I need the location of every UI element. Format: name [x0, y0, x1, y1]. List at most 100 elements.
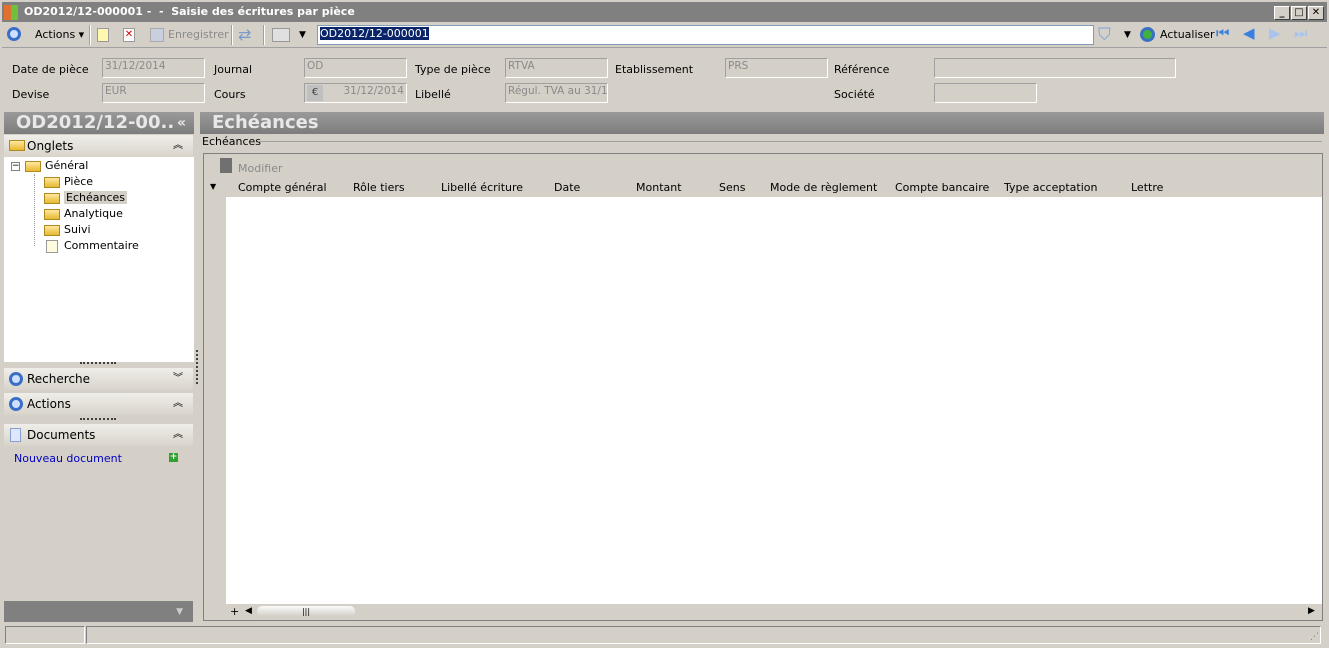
column-header-mode-reglement[interactable]: Mode de règlement: [770, 181, 877, 194]
tree-item-general[interactable]: Général: [25, 159, 88, 172]
main-header: Echéances: [200, 112, 1324, 134]
save-icon[interactable]: [150, 28, 164, 42]
column-header-libelle-ecriture[interactable]: Libellé écriture: [441, 181, 523, 194]
tree-item-commentaire[interactable]: Commentaire: [44, 239, 139, 253]
sync-icon[interactable]: ⇄: [238, 25, 251, 44]
reference-field[interactable]: [934, 58, 1176, 78]
tree-label: Suivi: [64, 223, 91, 236]
status-pane-1: [5, 626, 85, 644]
status-pane-2: [86, 626, 1321, 644]
modify-icon: [220, 158, 232, 173]
folder-icon: [44, 208, 60, 220]
journal-field[interactable]: OD: [304, 58, 407, 78]
previous-record-icon[interactable]: ◀: [1243, 24, 1255, 42]
column-header-type-acceptation[interactable]: Type acceptation: [1004, 181, 1097, 194]
group-label: Echéances: [202, 135, 261, 148]
column-header-date[interactable]: Date: [554, 181, 580, 194]
etablissement-field[interactable]: PRS: [725, 58, 828, 78]
devise-field[interactable]: EUR: [102, 83, 205, 103]
date-piece-field[interactable]: 31/12/2014: [102, 58, 205, 78]
tree-item-piece[interactable]: Pièce: [44, 175, 93, 188]
filter-dropdown-icon[interactable]: ▼: [1124, 30, 1131, 40]
folder-icon: [44, 176, 60, 188]
column-header-montant[interactable]: Montant: [636, 181, 682, 194]
new-icon[interactable]: [97, 28, 109, 42]
title-bar: OD2012/12-000001 - - Saisie des écriture…: [0, 0, 1329, 22]
close-button[interactable]: ✕: [1308, 6, 1324, 20]
euro-icon[interactable]: €: [307, 85, 323, 101]
maximize-button[interactable]: □: [1291, 6, 1307, 20]
documents-section[interactable]: Documents ︽: [4, 424, 193, 446]
echeances-grid: Modifier ▼ + ◀ ||| ▶: [203, 153, 1323, 621]
onglets-label: Onglets: [27, 139, 74, 153]
splitter-handle[interactable]: [80, 362, 116, 364]
cours-value: 31/12/2014: [343, 85, 404, 97]
tree-item-analytique[interactable]: Analytique: [44, 207, 123, 220]
libelle-field[interactable]: Régul. TVA au 31/12: [505, 83, 608, 103]
save-button[interactable]: Enregistrer: [168, 28, 229, 41]
column-header-lettre[interactable]: Lettre: [1131, 181, 1163, 194]
filter-icon[interactable]: ⛉: [1098, 25, 1111, 45]
grid-toolbar: Modifier: [204, 154, 1322, 178]
tree-label: Général: [45, 159, 89, 172]
onglets-section[interactable]: Onglets ︽: [4, 135, 193, 157]
actions-menu[interactable]: Actions ▾: [35, 28, 84, 41]
new-document-link[interactable]: Nouveau document: [14, 452, 122, 465]
first-record-icon[interactable]: ⏮: [1216, 24, 1230, 42]
actions-icon: [7, 27, 21, 41]
modify-button[interactable]: Modifier: [238, 162, 282, 175]
scroll-thumb[interactable]: |||: [257, 606, 355, 617]
minimize-button[interactable]: _: [1274, 6, 1290, 20]
actions-label: Actions: [35, 28, 76, 41]
search-value: OD2012/12-000001: [320, 27, 429, 40]
tree-collapse-toggle[interactable]: −: [11, 162, 20, 171]
date-piece-label: Date de pièce: [12, 63, 89, 76]
tabs-tree: − Général Pièce Echéances Analytique Sui…: [4, 157, 194, 362]
cours-label: Cours: [214, 88, 246, 101]
collapse-panel-button[interactable]: «: [177, 112, 186, 134]
type-piece-field[interactable]: RTVA: [505, 58, 608, 78]
column-header-sens[interactable]: Sens: [719, 181, 745, 194]
journal-label: Journal: [214, 63, 253, 76]
add-row-button[interactable]: +: [230, 605, 239, 618]
scroll-right-icon[interactable]: ▶: [1308, 606, 1315, 616]
open-folder-icon: [44, 192, 60, 204]
reference-label: Référence: [834, 63, 890, 76]
print-icon[interactable]: [272, 28, 290, 42]
resize-grip-icon[interactable]: ⋰: [1310, 632, 1319, 642]
recherche-section[interactable]: Recherche ︾: [4, 368, 193, 390]
societe-field[interactable]: [934, 83, 1037, 103]
column-header-role-tiers[interactable]: Rôle tiers: [353, 181, 405, 194]
etablissement-label: Etablissement: [615, 63, 694, 76]
left-panel-header: OD2012/12-00.. «: [4, 112, 194, 134]
scroll-left-icon[interactable]: ◀: [245, 606, 252, 616]
last-record-icon[interactable]: ⏭: [1294, 24, 1308, 42]
delete-icon[interactable]: ✕: [123, 28, 135, 42]
recherche-label: Recherche: [27, 372, 91, 386]
cours-field[interactable]: €31/12/2014: [304, 83, 407, 103]
add-icon[interactable]: +: [169, 453, 178, 462]
document-icon: [46, 239, 58, 253]
tree-item-echeances[interactable]: Echéances: [44, 191, 127, 204]
splitter-handle[interactable]: [80, 418, 116, 420]
column-chooser-icon[interactable]: ▼: [210, 182, 216, 191]
documents-icon: [10, 428, 21, 442]
window-title: OD2012/12-000001 - - Saisie des écriture…: [24, 5, 355, 18]
column-header-compte-bancaire[interactable]: Compte bancaire: [895, 181, 989, 194]
actions-section-label: Actions: [27, 397, 71, 411]
vertical-splitter[interactable]: [196, 350, 198, 384]
devise-label: Devise: [12, 88, 50, 101]
panel-expand-button[interactable]: ▼: [4, 601, 193, 622]
tree-item-suivi[interactable]: Suivi: [44, 223, 91, 236]
horizontal-scrollbar[interactable]: + ◀ ||| ▶: [204, 604, 1322, 620]
refresh-icon[interactable]: [1140, 27, 1155, 42]
actions-section[interactable]: Actions ︽: [4, 393, 193, 415]
documents-label: Documents: [27, 428, 96, 442]
tree-label: Commentaire: [64, 239, 139, 252]
column-header-compte-general[interactable]: Compte général: [238, 181, 327, 194]
tree-label: Pièce: [64, 175, 94, 188]
search-input[interactable]: OD2012/12-000001: [317, 25, 1094, 45]
next-record-icon[interactable]: ▶: [1269, 24, 1281, 42]
print-dropdown-icon[interactable]: ▼: [299, 30, 306, 40]
refresh-button[interactable]: Actualiser: [1160, 28, 1215, 41]
